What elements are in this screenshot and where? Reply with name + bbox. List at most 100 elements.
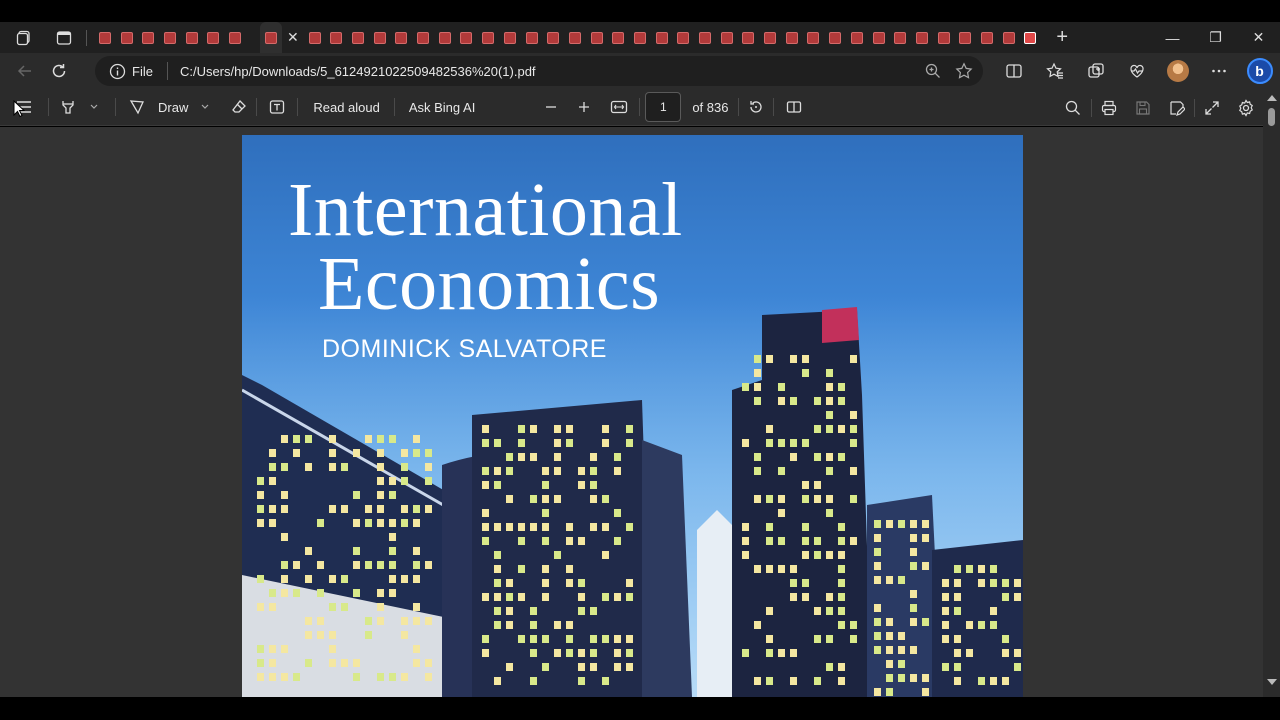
window-light bbox=[401, 631, 408, 639]
window-light bbox=[329, 449, 336, 457]
browser-tab[interactable] bbox=[607, 22, 629, 53]
browser-tab[interactable] bbox=[202, 22, 224, 53]
browser-tab[interactable] bbox=[224, 22, 246, 53]
browser-tab[interactable] bbox=[181, 22, 203, 53]
browser-tab[interactable] bbox=[564, 22, 586, 53]
ask-bing-ai-button[interactable]: Ask Bing AI bbox=[409, 100, 475, 115]
pdf-settings-button[interactable] bbox=[1229, 89, 1263, 126]
browser-tab[interactable] bbox=[499, 22, 521, 53]
read-aloud-button[interactable]: Read aloud bbox=[313, 100, 380, 115]
browser-tab[interactable] bbox=[456, 22, 478, 53]
scroll-thumb[interactable] bbox=[1268, 108, 1275, 126]
draw-label[interactable]: Draw bbox=[158, 100, 188, 115]
browser-tab[interactable] bbox=[911, 22, 933, 53]
save-button[interactable] bbox=[1126, 89, 1160, 126]
browser-tab[interactable] bbox=[998, 22, 1020, 53]
browser-tab[interactable] bbox=[976, 22, 998, 53]
browser-tab[interactable] bbox=[542, 22, 564, 53]
window-light bbox=[257, 645, 264, 653]
browser-tab[interactable] bbox=[629, 22, 651, 53]
browser-tab[interactable] bbox=[759, 22, 781, 53]
window-light bbox=[341, 659, 348, 667]
rotate-button[interactable] bbox=[739, 89, 773, 126]
browser-tab[interactable] bbox=[1020, 22, 1042, 53]
browser-tab[interactable] bbox=[137, 22, 159, 53]
back-button[interactable] bbox=[8, 56, 42, 86]
window-light bbox=[365, 519, 372, 527]
fit-to-width-button[interactable] bbox=[599, 89, 639, 126]
browser-tab[interactable] bbox=[159, 22, 181, 53]
close-tab-button[interactable]: ✕ bbox=[282, 22, 304, 53]
browser-tab[interactable] bbox=[954, 22, 976, 53]
profile-button[interactable] bbox=[1157, 53, 1198, 89]
browser-tab[interactable] bbox=[781, 22, 803, 53]
pdf-viewer[interactable]: International Economics DOMINICK SALVATO… bbox=[0, 127, 1263, 697]
zoom-icon[interactable] bbox=[925, 63, 941, 79]
browser-tab[interactable] bbox=[477, 22, 499, 53]
zoom-out-button[interactable] bbox=[533, 89, 569, 126]
highlight-dropdown[interactable] bbox=[87, 89, 101, 126]
browser-tab[interactable] bbox=[824, 22, 846, 53]
new-tab-button[interactable]: + bbox=[1047, 23, 1077, 53]
browser-tab[interactable] bbox=[259, 22, 282, 53]
highlight-button[interactable] bbox=[49, 89, 87, 126]
bing-copilot-button[interactable]: b bbox=[1239, 53, 1280, 89]
more-options-button[interactable] bbox=[1198, 53, 1239, 89]
find-button[interactable] bbox=[1055, 89, 1091, 126]
browser-tab[interactable] bbox=[347, 22, 369, 53]
browser-tab[interactable] bbox=[694, 22, 716, 53]
browser-tab[interactable] bbox=[651, 22, 673, 53]
draw-button[interactable] bbox=[116, 89, 158, 126]
browser-tab[interactable] bbox=[889, 22, 911, 53]
address-bar[interactable]: File C:/Users/hp/Downloads/5_61249210225… bbox=[95, 56, 983, 86]
browser-tab[interactable] bbox=[673, 22, 695, 53]
window-light bbox=[305, 463, 312, 471]
split-screen-button[interactable] bbox=[993, 53, 1034, 89]
minimize-button[interactable]: — bbox=[1151, 22, 1194, 53]
favorites-button[interactable] bbox=[1034, 53, 1075, 89]
refresh-button[interactable] bbox=[42, 56, 76, 86]
browser-tab[interactable] bbox=[391, 22, 413, 53]
browser-tab[interactable] bbox=[803, 22, 825, 53]
workspaces-button[interactable] bbox=[9, 23, 39, 53]
erase-button[interactable] bbox=[222, 89, 256, 126]
browser-tab[interactable] bbox=[933, 22, 955, 53]
add-text-button[interactable] bbox=[257, 89, 297, 126]
restore-button[interactable]: ❐ bbox=[1194, 22, 1237, 53]
page-view-button[interactable] bbox=[774, 89, 814, 126]
browser-tab[interactable] bbox=[738, 22, 760, 53]
info-icon[interactable] bbox=[109, 63, 126, 80]
vertical-scrollbar[interactable] bbox=[1263, 89, 1280, 697]
browser-tab[interactable] bbox=[326, 22, 348, 53]
scroll-up-arrow[interactable] bbox=[1267, 95, 1277, 101]
print-button[interactable] bbox=[1092, 89, 1126, 126]
draw-dropdown[interactable] bbox=[188, 89, 222, 126]
browser-tab[interactable] bbox=[369, 22, 391, 53]
url-text[interactable]: C:/Users/hp/Downloads/5_6124921022509482… bbox=[180, 64, 536, 79]
full-screen-button[interactable] bbox=[1195, 89, 1229, 126]
window-light bbox=[850, 411, 857, 419]
browser-tab[interactable] bbox=[116, 22, 138, 53]
tab-actions-button[interactable] bbox=[49, 23, 79, 53]
window-light bbox=[602, 677, 609, 685]
collections-button[interactable] bbox=[1075, 53, 1116, 89]
page-number-input[interactable]: 1 bbox=[645, 92, 682, 122]
browser-tab[interactable] bbox=[868, 22, 890, 53]
browser-tab[interactable] bbox=[434, 22, 456, 53]
scroll-down-arrow[interactable] bbox=[1267, 679, 1277, 685]
window-light bbox=[353, 519, 360, 527]
zoom-in-button[interactable] bbox=[569, 89, 599, 126]
close-window-button[interactable]: ✕ bbox=[1237, 22, 1280, 53]
window-light bbox=[626, 579, 633, 587]
window-light bbox=[626, 663, 633, 671]
browser-essentials-button[interactable] bbox=[1116, 53, 1157, 89]
browser-tab[interactable] bbox=[586, 22, 608, 53]
browser-tab[interactable] bbox=[716, 22, 738, 53]
browser-tab[interactable] bbox=[846, 22, 868, 53]
browser-tab[interactable] bbox=[412, 22, 434, 53]
browser-tab[interactable] bbox=[521, 22, 543, 53]
favorite-star-icon[interactable] bbox=[955, 62, 973, 80]
save-as-button[interactable] bbox=[1160, 89, 1194, 126]
browser-tab[interactable] bbox=[304, 22, 326, 53]
browser-tab[interactable] bbox=[94, 22, 116, 53]
